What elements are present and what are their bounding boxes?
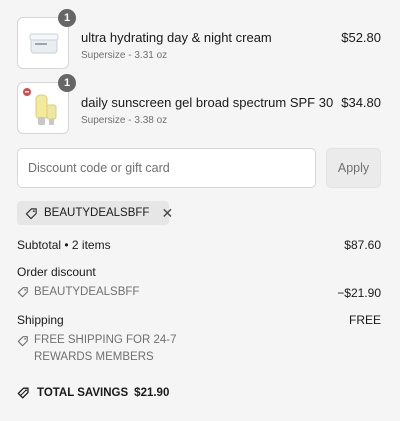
total-savings-label: TOTAL SAVINGS [37,387,129,399]
total-savings-value: $21.90 [134,387,170,399]
order-discount-label-row: Order discount [17,265,381,279]
shipping-row: Shipping FREE [17,313,381,327]
tag-icon [17,335,29,347]
tag-icon [25,207,38,220]
shipping-label: Shipping [17,313,64,327]
product-variant: Supersize - 3.31 oz [81,50,168,61]
subtotal-value: $87.60 [344,238,381,252]
applied-discount-chip: BEAUTYDEALSBFF ✕ [17,201,173,225]
product-thumbnail: 1 [17,9,76,69]
savings-tag-icon [17,386,31,400]
shipping-note-row: FREE SHIPPING FOR 24-7 REWARDS MEMBERS [17,332,381,366]
line-item: 1 daily sunscreen gel broad spectrum SPF… [17,74,381,136]
line-item: 1 ultra hydrating day & night cream Supe… [17,9,381,71]
order-discount-code: BEAUTYDEALSBFF [34,286,140,298]
shipping-note-line2: REWARDS MEMBERS [34,351,154,363]
product-name: ultra hydrating day & night cream [81,30,272,45]
tag-icon [17,286,29,298]
shipping-value: FREE [348,313,381,327]
quantity-badge: 1 [58,74,76,92]
product-thumbnail: 1 [17,74,76,134]
order-discount-code-row: BEAUTYDEALSBFF −$21.90 [17,286,381,300]
apply-button[interactable]: Apply [326,148,381,188]
quantity-badge: 1 [58,9,76,27]
product-variant: Supersize - 3.38 oz [81,115,168,126]
remove-discount-icon[interactable]: ✕ [161,206,173,220]
order-discount-value: −$21.90 [337,286,381,300]
discount-code-input[interactable] [17,148,316,188]
applied-code-label: BEAUTYDEALSBFF [44,207,150,219]
total-savings-row: TOTAL SAVINGS $21.90 [17,386,381,400]
product-price: $52.80 [341,30,381,45]
subtotal-row: Subtotal • 2 items $87.60 [17,238,381,252]
product-name: daily sunscreen gel broad spectrum SPF 3… [81,95,334,110]
shipping-note-line1: FREE SHIPPING FOR 24-7 [34,334,177,346]
subtotal-label: Subtotal • 2 items [17,238,111,252]
product-price: $34.80 [341,95,381,110]
order-discount-label: Order discount [17,265,96,279]
